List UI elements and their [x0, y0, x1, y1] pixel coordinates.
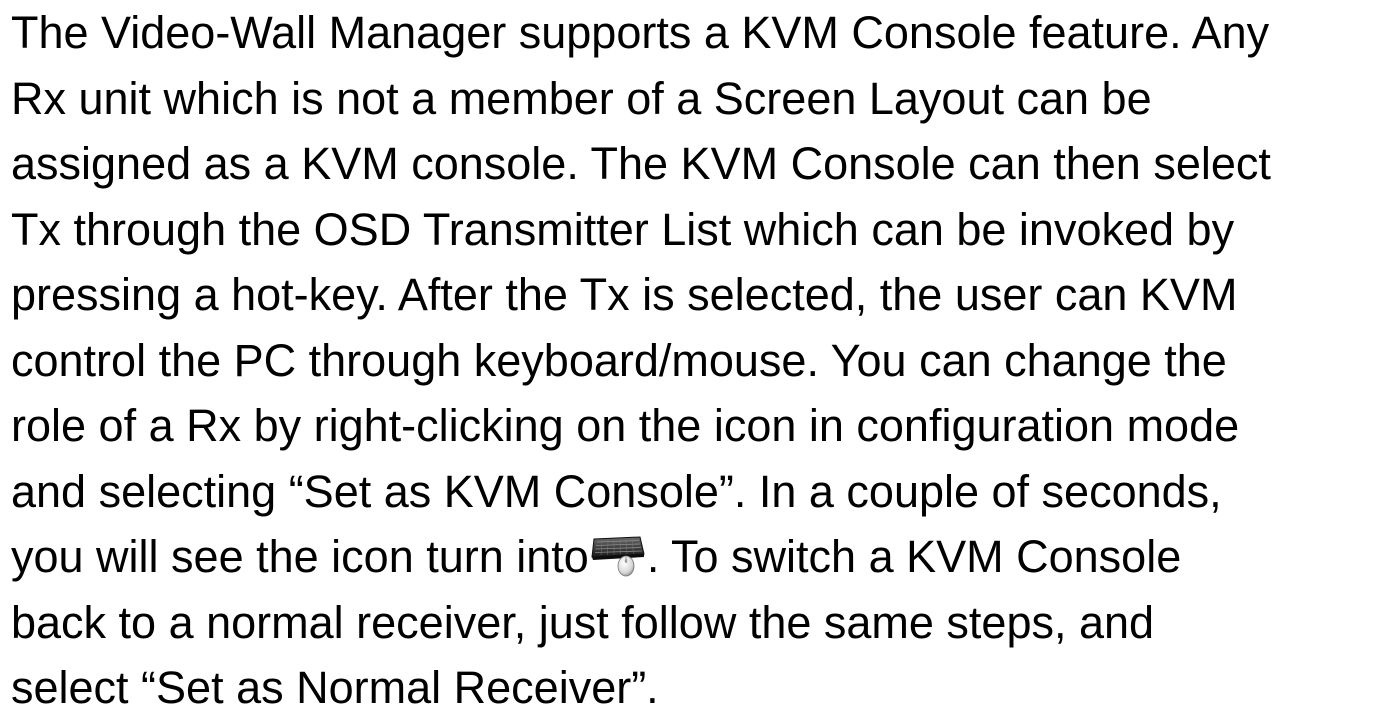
text-line-7: role of a Rx by right-clicking on the ic… — [11, 400, 1240, 451]
text-line-3: assigned as a KVM console. The KVM Conso… — [11, 138, 1271, 189]
text-line-1: The Video-Wall Manager supports a KVM Co… — [11, 7, 1270, 58]
text-line-5: pressing a hot-key. After the Tx is sele… — [11, 269, 1238, 320]
text-line-4: Tx through the OSD Transmitter List whic… — [11, 203, 1235, 255]
text-line-9-before-icon: you will see the icon turn into — [11, 531, 589, 582]
text-line-8: and selecting “Set as KVM Console”. In a… — [11, 465, 1222, 517]
text-line-6: control the PC through keyboard/mouse. Y… — [11, 334, 1227, 386]
keyboard-mouse-icon — [590, 530, 646, 580]
text-line-2: Rx unit which is not a member of a Scree… — [11, 72, 1152, 124]
text-line-9-after-icon: . To switch a KVM Console — [646, 531, 1182, 582]
document-body: The Video-Wall Manager supports a KVM Co… — [11, 0, 1383, 721]
text-line-10: back to a normal receiver, just follow t… — [11, 596, 1155, 648]
text-line-11: select “Set as Normal Receiver”. — [11, 662, 659, 713]
text-line-9: you will see the icon turn into . To swi… — [11, 524, 1383, 590]
